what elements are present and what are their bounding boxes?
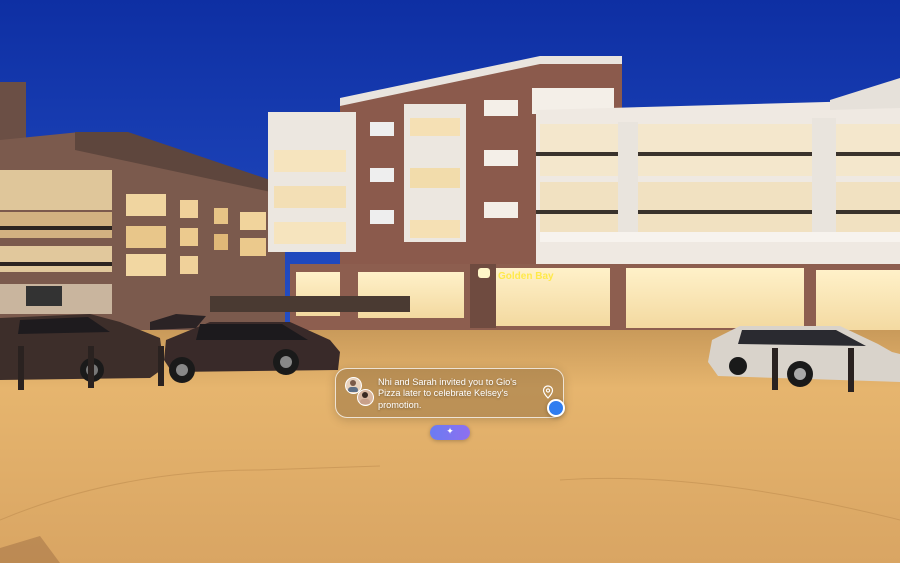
notification-message: Nhi and Sarah invited you to Gio's Pizza…	[378, 377, 517, 410]
location-pin-icon	[542, 385, 554, 399]
invitation-notification[interactable]: Nhi and Sarah invited you to Gio's Pizza…	[335, 368, 565, 418]
storefronts: Golden Bay	[210, 264, 900, 332]
sparkle-icon: ✦	[446, 427, 454, 437]
storefront-sign: Golden Bay	[498, 271, 554, 282]
street-panorama: Golden Bay	[0, 0, 900, 563]
assistant-button[interactable]: ✦	[430, 425, 470, 440]
position-indicator-dot[interactable]	[547, 399, 565, 417]
avatar	[357, 389, 374, 406]
avatar-group	[343, 375, 377, 409]
